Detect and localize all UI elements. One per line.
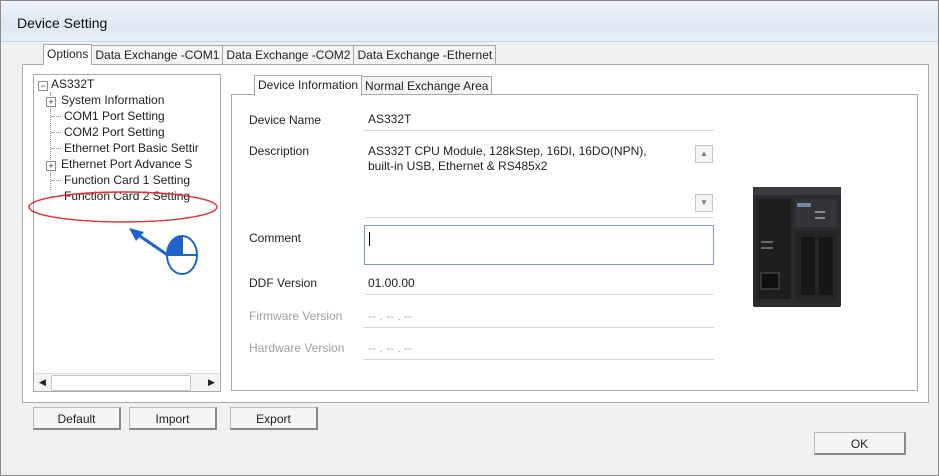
- top-tab-strip: Options Data Exchange -COM1 Data Exchang…: [43, 44, 497, 65]
- firmware-version-label: Firmware Version: [249, 309, 343, 323]
- plus-box-icon[interactable]: +: [46, 161, 56, 171]
- firmware-version-field: -- . -- . --: [364, 304, 714, 328]
- default-button[interactable]: Default: [33, 407, 121, 430]
- ddf-version-label: DDF Version: [249, 276, 318, 290]
- highlight-ellipse: [28, 191, 218, 223]
- tree-item-function-card-1[interactable]: Function Card 1 Setting: [64, 173, 190, 187]
- tab-data-exchange-com1[interactable]: Data Exchange -COM1: [91, 45, 224, 64]
- annotation-arrow: [129, 228, 170, 258]
- scroll-thumb[interactable]: [51, 375, 191, 391]
- tab-normal-exchange-area[interactable]: Normal Exchange Area: [361, 76, 493, 95]
- tree-item-com2-port-setting[interactable]: COM2 Port Setting: [64, 125, 165, 139]
- description-line-1: AS332T CPU Module, 128kStep, 16DI, 16DO(…: [368, 144, 647, 158]
- description-field: AS332T CPU Module, 128kStep, 16DI, 16DO(…: [364, 138, 714, 218]
- tree-item-ethernet-basic[interactable]: Ethernet Port Basic Settir: [64, 141, 199, 155]
- minus-box-icon[interactable]: −: [38, 81, 48, 91]
- hardware-version-field: -- . -- . --: [364, 336, 714, 360]
- arrow-right-icon[interactable]: ▶: [204, 375, 219, 390]
- annotation-overlay: [28, 191, 218, 275]
- tree-item-system-information[interactable]: System Information: [61, 93, 164, 107]
- tree-item-ethernet-advance[interactable]: Ethernet Port Advance S: [61, 157, 192, 171]
- tree-item-com1-port-setting[interactable]: COM1 Port Setting: [64, 109, 165, 123]
- import-button[interactable]: Import: [129, 407, 217, 430]
- device-name-label: Device Name: [249, 113, 322, 127]
- arrow-left-icon[interactable]: ◀: [35, 375, 50, 390]
- mouse-icon: [166, 235, 198, 275]
- tab-device-information[interactable]: Device Information: [254, 75, 363, 96]
- comment-label: Comment: [249, 231, 302, 245]
- description-label: Description: [249, 144, 310, 158]
- device-name-field: AS332T: [364, 107, 714, 131]
- tree-connector: [51, 148, 61, 150]
- tree-root[interactable]: AS332T: [51, 77, 94, 91]
- export-button[interactable]: Export: [230, 407, 318, 430]
- plc-module-image: [753, 187, 841, 307]
- text-caret: [369, 232, 370, 246]
- description-line-2: built-in USB, Ethernet & RS485x2: [368, 159, 548, 173]
- device-setting-window: Device Setting Options Data Exchange -CO…: [0, 0, 939, 476]
- inner-tab-strip: Device Information Normal Exchange Area: [254, 75, 493, 96]
- comment-input[interactable]: [364, 225, 714, 265]
- ok-button[interactable]: OK: [814, 432, 906, 455]
- description-scroll-up-button[interactable]: ▲: [695, 145, 713, 163]
- plus-box-icon[interactable]: +: [46, 97, 56, 107]
- title-bar: Device Setting: [1, 1, 938, 42]
- ddf-version-field: 01.00.00: [364, 271, 714, 295]
- tab-data-exchange-com2[interactable]: Data Exchange -COM2: [222, 45, 355, 64]
- tab-options[interactable]: Options: [43, 44, 93, 65]
- hardware-version-label: Hardware Version: [249, 341, 345, 355]
- tree-connector: [51, 132, 61, 134]
- tree-horizontal-scrollbar[interactable]: ◀ ▶: [34, 373, 220, 391]
- description-scroll-down-button[interactable]: ▼: [695, 194, 713, 212]
- tree-connector: [51, 180, 61, 182]
- tree-connector: [51, 116, 61, 118]
- tab-data-exchange-ethernet[interactable]: Data Exchange -Ethernet: [353, 45, 497, 64]
- window-title: Device Setting: [17, 15, 108, 31]
